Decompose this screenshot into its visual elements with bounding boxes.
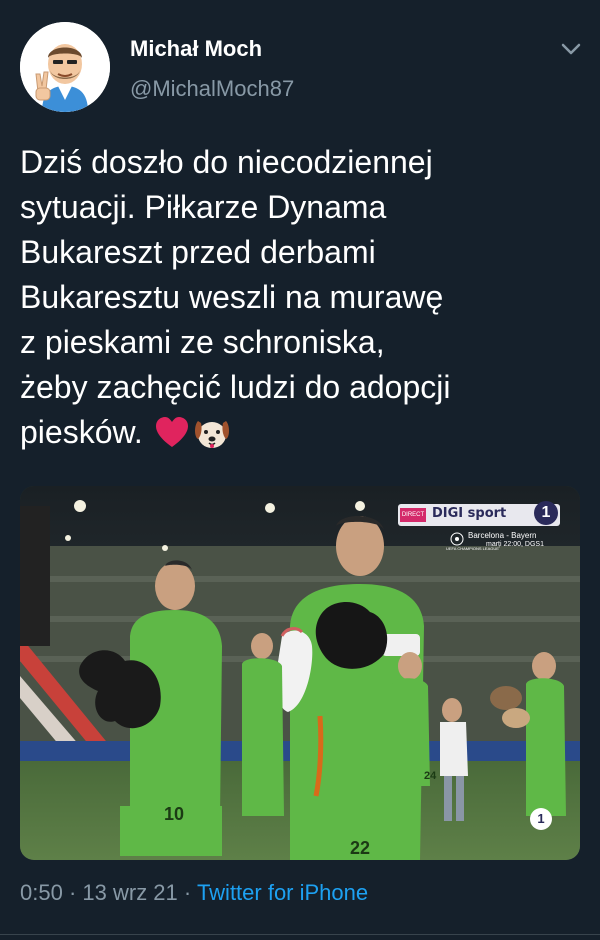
red-heart-icon: [155, 417, 188, 447]
promo-overlay: UEFA CHAMPIONS LEAGUE Barcelona - Bayern…: [446, 530, 570, 560]
promo-time: marți 22:00, DGS1: [486, 541, 544, 548]
jersey-number-left: 10: [164, 804, 185, 824]
dog-face-icon: [194, 421, 229, 448]
tweet-meta: 0:50 · 13 wrz 21 · Twitter for iPhone: [20, 880, 368, 906]
tweet-time[interactable]: 0:50: [20, 880, 63, 905]
live-tag: DIRECT: [400, 508, 426, 522]
tweet-date[interactable]: 13 wrz 21: [82, 880, 177, 905]
meta-separator: ·: [177, 880, 197, 905]
jersey-number-right: 24: [424, 770, 437, 782]
tweet-line: piesków.: [20, 414, 143, 450]
tweet-line: Dziś doszło do niecodziennej: [20, 144, 433, 180]
jersey-number-center: 22: [350, 838, 371, 858]
tweet-last-line: piesków.: [20, 410, 580, 455]
author-name[interactable]: Michał Moch: [130, 36, 262, 62]
broadcaster-bug: DIRECT DIGI sport 1: [398, 501, 560, 526]
avatar-cartoon-icon: [20, 22, 110, 112]
channel-number: 1: [534, 501, 558, 525]
champions-league-star-icon: [450, 532, 464, 546]
tweet-line: Bukaresztu weszli na murawę: [20, 279, 444, 315]
tweet-line: żeby zachęcić ludzi do adopcji: [20, 369, 451, 405]
tweet-line: Bukareszt przed derbami: [20, 234, 376, 270]
divider: [0, 934, 600, 935]
promo-match: Barcelona - Bayern: [468, 531, 537, 540]
tweet-media-photo[interactable]: 10 22 24 DIRECT DIGI sport 1 UEFA CHAMPI…: [20, 486, 580, 860]
tweet-source-link[interactable]: Twitter for iPhone: [197, 880, 368, 905]
tweet-text: Dziś doszło do niecodziennej sytuacji. P…: [20, 140, 580, 455]
chevron-down-icon[interactable]: [558, 36, 584, 62]
corner-channel-logo: 1: [530, 808, 552, 830]
tweet-line: z pieskami ze schroniska,: [20, 324, 385, 360]
broadcaster-name: DIGI sport: [432, 506, 507, 521]
author-handle[interactable]: @MichalMoch87: [130, 76, 294, 102]
tweet-header: Michał Moch @MichalMoch87: [0, 0, 600, 120]
tweet-line: sytuacji. Piłkarze Dynama: [20, 189, 387, 225]
meta-separator: ·: [62, 880, 83, 905]
avatar[interactable]: [20, 22, 110, 112]
